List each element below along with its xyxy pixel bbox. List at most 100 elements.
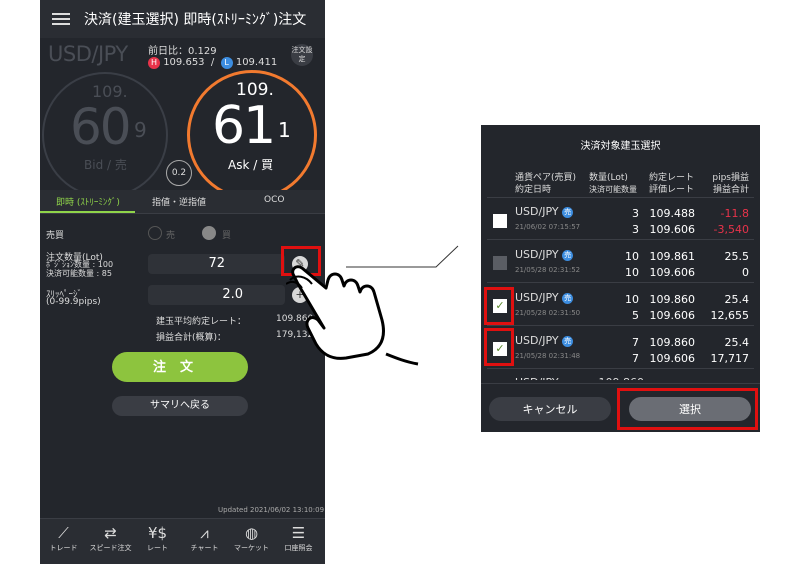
- row-pips: 25.4: [724, 336, 750, 349]
- row-pips: 25.5: [724, 250, 750, 263]
- row-date: 21/06/02 07:15:57: [515, 223, 581, 231]
- row-rate: 109.861: [649, 250, 696, 263]
- prev-day-change: 前日比：0.129: [148, 46, 217, 57]
- header-divider: [487, 197, 754, 198]
- bid-big: 60: [70, 98, 132, 156]
- nav-account[interactable]: ☰ 口座照会: [275, 523, 322, 553]
- highlight-checkbox-1: [484, 287, 514, 325]
- buy-label: 買: [222, 231, 232, 241]
- row-date: 21/05/28 02:31:48: [515, 352, 581, 360]
- cancel-button[interactable]: キャンセル: [489, 397, 611, 421]
- position-select-dialog: 決済対象建玉選択 通貨ペア(売買) 約定日時 数量(Lot) 決済可能数量 約定レー…: [481, 125, 760, 432]
- spread-badge: 0.2: [166, 160, 192, 186]
- row-date: 21/05/28 02:31:52: [515, 266, 581, 274]
- slippage-range: (0-99.9pips): [46, 297, 101, 307]
- pnl-label: 損益合計(概算)：: [156, 333, 227, 343]
- row-pair: USD/JPY 売: [515, 291, 574, 304]
- highlight-select-button: [617, 388, 758, 430]
- col-header-pair: 通貨ペア(売買) 約定日時: [515, 173, 577, 195]
- col-header-rate: 約定レート 評価レート: [649, 173, 695, 195]
- row-pnl: 0: [742, 266, 749, 279]
- currency-pair: USD/JPY: [48, 42, 128, 66]
- sell-label: 売: [166, 231, 176, 241]
- ask-small: 1: [278, 118, 291, 142]
- row-settle: 7: [632, 352, 639, 365]
- row-eval: 109.606: [649, 352, 696, 365]
- row-rate: 109.488: [649, 207, 696, 220]
- high-value: 109.653: [163, 57, 205, 68]
- settle-qty-label: 決済可能数量 : 85: [46, 269, 112, 278]
- row-pair: USD/JPY 売: [515, 205, 574, 218]
- row-eval: 109.606: [649, 266, 696, 279]
- back-to-summary-button[interactable]: サマリへ戻る: [112, 396, 248, 416]
- order-settings-button[interactable]: 注文設定: [291, 44, 313, 66]
- row-pair: USD/JPY 売: [515, 248, 574, 261]
- speed-order-icon: ⇄: [104, 524, 117, 542]
- dialog-title: 決済対象建玉選択: [580, 141, 661, 152]
- col-header-pnl: pips損益 損益合計: [712, 173, 749, 195]
- row-pnl: -3,540: [713, 223, 749, 236]
- hand-pointer-icon: [286, 265, 419, 366]
- trade-icon: ⟋: [58, 524, 69, 542]
- low-badge: L: [220, 57, 233, 69]
- globe-icon: ◍: [244, 524, 259, 542]
- account-icon: ☰: [291, 524, 306, 542]
- sell-radio[interactable]: [148, 226, 162, 240]
- row-settle: 10: [625, 266, 639, 279]
- qty-input[interactable]: 72: [148, 254, 285, 274]
- row-rate: 109.860: [649, 293, 696, 306]
- tab-limit[interactable]: 指値・逆指値: [152, 195, 206, 208]
- row-rate: 109.860: [649, 336, 696, 349]
- ask-big: 61: [212, 96, 276, 156]
- chart-icon: ⩘: [200, 524, 209, 542]
- row-pnl: 17,717: [710, 352, 750, 365]
- row-pair: USD/JPY 売: [515, 334, 574, 347]
- order-screen: 決済(建玉選択) 即時(ｽﾄﾘｰﾐﾝｸﾞ)注文 USD/JPY 前日比：0.12…: [40, 0, 325, 564]
- active-tab-indicator: [40, 211, 135, 213]
- col-header-qty: 数量(Lot) 決済可能数量: [589, 173, 637, 194]
- row-eval: 109.606: [649, 223, 696, 236]
- row-qty: 7: [632, 336, 639, 349]
- ask-label: Ask / 買: [228, 158, 274, 172]
- row-qty: 10: [625, 293, 639, 306]
- high-low: H 109.653 / L 109.411: [148, 57, 277, 69]
- bid-small: 9: [134, 118, 147, 142]
- row-checkbox[interactable]: [493, 214, 507, 228]
- row-divider: [487, 282, 754, 283]
- order-button[interactable]: 注文: [112, 352, 248, 382]
- nav-rate[interactable]: ¥$ レート: [134, 523, 181, 553]
- bid-label: Bid / 売: [84, 158, 127, 172]
- bottom-nav: ⟋ トレード ⇄ スピード注文 ¥$ レート ⩘ チャート ◍ マーケット ☰ 口座照会: [40, 518, 325, 564]
- row-divider: [487, 239, 754, 240]
- nav-trade[interactable]: ⟋ トレード: [40, 523, 87, 553]
- updated-timestamp: Updated 2021/06/02 13:10:09: [218, 506, 325, 514]
- row-checkbox-disabled: [493, 256, 507, 270]
- row-pips: -11.8: [720, 207, 749, 220]
- row-date: 21/05/28 02:31:50: [515, 309, 581, 317]
- nav-market[interactable]: ◍ マーケット: [228, 523, 275, 553]
- nav-speed-order[interactable]: ⇄ スピード注文: [87, 523, 134, 553]
- page-title: 決済(建玉選択) 即時(ｽﾄﾘｰﾐﾝｸﾞ)注文: [84, 12, 307, 28]
- low-value: 109.411: [235, 57, 278, 68]
- high-badge: H: [148, 57, 160, 69]
- side-label: 売買: [46, 231, 65, 241]
- footer-divider: [481, 383, 760, 384]
- menu-icon[interactable]: [52, 13, 70, 25]
- row-settle: 5: [632, 309, 639, 322]
- row-divider: [487, 325, 754, 326]
- slippage-input[interactable]: 2.0: [148, 285, 285, 305]
- nav-chart[interactable]: ⩘ チャート: [181, 523, 228, 553]
- row-qty: 10: [625, 250, 639, 263]
- row-eval: 109.606: [649, 309, 696, 322]
- tab-oco[interactable]: OCO: [264, 195, 284, 205]
- row-qty: 3: [632, 207, 639, 220]
- highlight-checkbox-2: [484, 328, 514, 366]
- avg-rate-label: 建玉平均約定レート：: [156, 317, 247, 327]
- row-settle: 3: [632, 223, 639, 236]
- buy-radio[interactable]: [202, 226, 216, 240]
- tab-streaming[interactable]: 即時 (ｽﾄﾘｰﾐﾝｸﾞ): [56, 195, 120, 208]
- row-divider: [487, 368, 754, 369]
- row-partial: USD/JPY ・・・ 109.860 ・・・: [515, 374, 745, 380]
- rate-icon: ¥$: [147, 524, 168, 542]
- row-pnl: 12,655: [710, 309, 750, 322]
